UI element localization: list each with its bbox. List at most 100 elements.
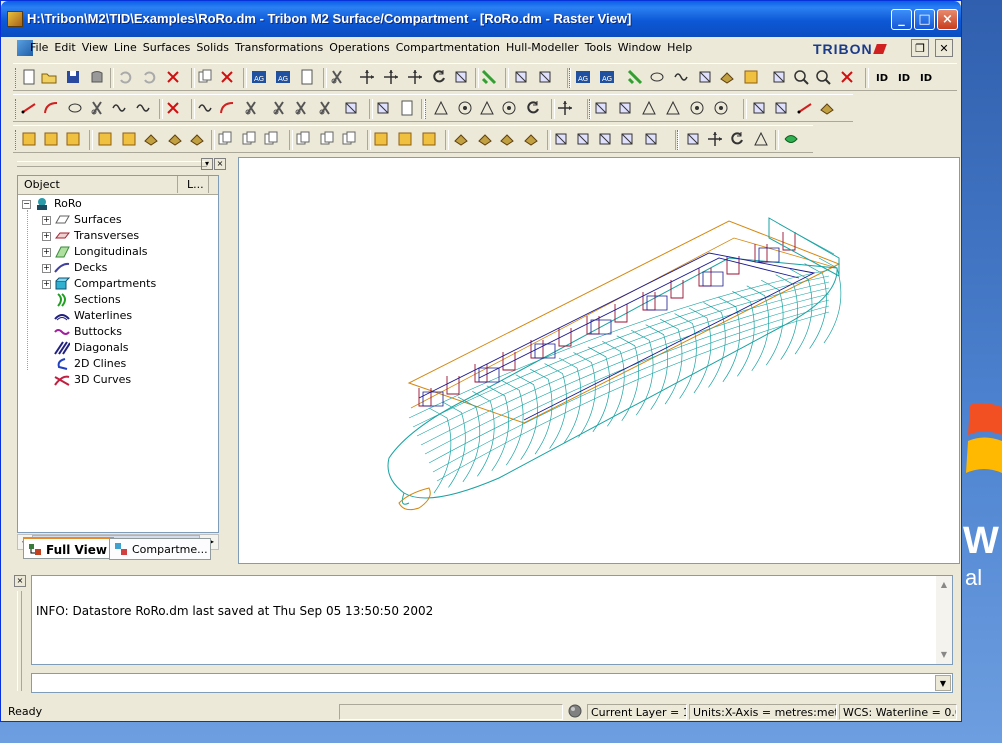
- menu-hull-modeller[interactable]: Hull-Modeller: [503, 37, 582, 59]
- trim-button[interactable]: [89, 100, 105, 116]
- undo-button[interactable]: [141, 69, 157, 85]
- copy-button[interactable]: [341, 131, 357, 147]
- box-button[interactable]: [697, 69, 713, 85]
- menu-line[interactable]: Line: [111, 37, 140, 59]
- triangle-button[interactable]: [433, 100, 449, 116]
- menu-edit[interactable]: Edit: [51, 37, 78, 59]
- circle-button[interactable]: [457, 100, 473, 116]
- box-button[interactable]: [619, 131, 635, 147]
- copy-button[interactable]: [241, 131, 257, 147]
- column-layer[interactable]: L...: [179, 176, 209, 193]
- spline-button[interactable]: [135, 100, 151, 116]
- menu-tools[interactable]: Tools: [582, 37, 615, 59]
- arc-button[interactable]: [43, 100, 59, 116]
- delete-button[interactable]: [219, 69, 235, 85]
- menu-compartmentation[interactable]: Compartmentation: [393, 37, 503, 59]
- expand-toggle-icon[interactable]: +: [42, 248, 51, 257]
- expand-toggle-icon[interactable]: +: [42, 216, 51, 225]
- box-button[interactable]: [575, 131, 591, 147]
- column-object[interactable]: Object: [18, 176, 178, 193]
- move-button[interactable]: [407, 69, 423, 85]
- menu-file[interactable]: File: [27, 37, 51, 59]
- tab-full-view[interactable]: Full View: [23, 537, 114, 559]
- mdi-restore-button[interactable]: ❐: [911, 39, 929, 57]
- expand-toggle-icon[interactable]: +: [42, 264, 51, 273]
- close-button[interactable]: ×: [937, 9, 958, 30]
- copy-button[interactable]: [217, 131, 233, 147]
- line-button[interactable]: [797, 100, 813, 116]
- box-button[interactable]: [537, 69, 553, 85]
- minimize-button[interactable]: _: [891, 9, 912, 30]
- display-button[interactable]: AG: [251, 69, 267, 85]
- surface-tool-button[interactable]: [397, 131, 413, 147]
- app-icon[interactable]: [7, 11, 23, 27]
- box-button[interactable]: [773, 100, 789, 116]
- spline-button[interactable]: [197, 100, 213, 116]
- box-button[interactable]: [343, 100, 359, 116]
- triangle-button[interactable]: [665, 100, 681, 116]
- new-file-button[interactable]: [21, 69, 37, 85]
- display-button[interactable]: AG: [275, 69, 291, 85]
- surface-tool-button[interactable]: [121, 131, 137, 147]
- maximize-button[interactable]: □: [914, 9, 935, 30]
- solid-button[interactable]: [523, 131, 539, 147]
- move-button[interactable]: [359, 69, 375, 85]
- toolbar-grip[interactable]: [15, 68, 19, 88]
- trim-button[interactable]: [329, 69, 345, 85]
- toolbar-grip[interactable]: [425, 99, 429, 119]
- message-panel-close-button[interactable]: ×: [14, 575, 26, 587]
- surface-tool-button[interactable]: [421, 131, 437, 147]
- surface-tool-button[interactable]: [373, 131, 389, 147]
- delete-button[interactable]: [165, 100, 181, 116]
- box-button[interactable]: [553, 131, 569, 147]
- zoom-button[interactable]: [815, 69, 831, 85]
- box-button[interactable]: [597, 131, 613, 147]
- solid-button[interactable]: [189, 131, 205, 147]
- panel-close-button[interactable]: ×: [214, 158, 226, 170]
- title-bar[interactable]: H:\Tribon\M2\TID\Examples\RoRo.dm - Trib…: [1, 1, 961, 37]
- box-button[interactable]: [771, 69, 787, 85]
- box-button[interactable]: [751, 100, 767, 116]
- rotate-button[interactable]: [525, 100, 541, 116]
- save-button[interactable]: [65, 69, 81, 85]
- toolbar-grip[interactable]: [677, 130, 681, 150]
- box-button[interactable]: [685, 131, 701, 147]
- copy-button[interactable]: [319, 131, 335, 147]
- message-scrollbar[interactable]: ▲ ▼: [936, 576, 952, 664]
- trim-button[interactable]: [243, 100, 259, 116]
- copy-button[interactable]: [197, 69, 213, 85]
- solid-button[interactable]: [143, 131, 159, 147]
- delete-button[interactable]: [839, 69, 855, 85]
- toolbar-grip[interactable]: [589, 99, 593, 119]
- copy-button[interactable]: [295, 131, 311, 147]
- id-button[interactable]: ID: [897, 69, 913, 85]
- solid-button[interactable]: [819, 100, 835, 116]
- raster-view[interactable]: [238, 157, 960, 564]
- toolbar-grip[interactable]: [15, 99, 19, 119]
- trim-button[interactable]: [271, 100, 287, 116]
- new-file-button[interactable]: [399, 100, 415, 116]
- display-button[interactable]: AG: [599, 69, 615, 85]
- solid-button[interactable]: [167, 131, 183, 147]
- trim-button[interactable]: [293, 100, 309, 116]
- undo-button[interactable]: [117, 69, 133, 85]
- scroll-down-arrow-icon[interactable]: ▼: [937, 648, 951, 662]
- box-button[interactable]: [375, 100, 391, 116]
- panel-pin-button[interactable]: ▾: [201, 158, 213, 170]
- tab-compartments[interactable]: Compartme...: [109, 538, 211, 560]
- cut-curve-button[interactable]: [481, 69, 497, 85]
- menu-window[interactable]: Window: [615, 37, 664, 59]
- surface-tool-button[interactable]: [97, 131, 113, 147]
- copy-button[interactable]: [263, 131, 279, 147]
- line-button[interactable]: [21, 100, 37, 116]
- solid-button[interactable]: [719, 69, 735, 85]
- accept-button[interactable]: [783, 131, 799, 147]
- menu-surfaces[interactable]: Surfaces: [140, 37, 194, 59]
- spline-button[interactable]: [673, 69, 689, 85]
- box-button[interactable]: [513, 69, 529, 85]
- box-button[interactable]: [643, 131, 659, 147]
- toolbar-grip[interactable]: [569, 68, 573, 88]
- box-button[interactable]: [593, 100, 609, 116]
- expand-toggle-icon[interactable]: −: [22, 200, 31, 209]
- box-button[interactable]: [617, 100, 633, 116]
